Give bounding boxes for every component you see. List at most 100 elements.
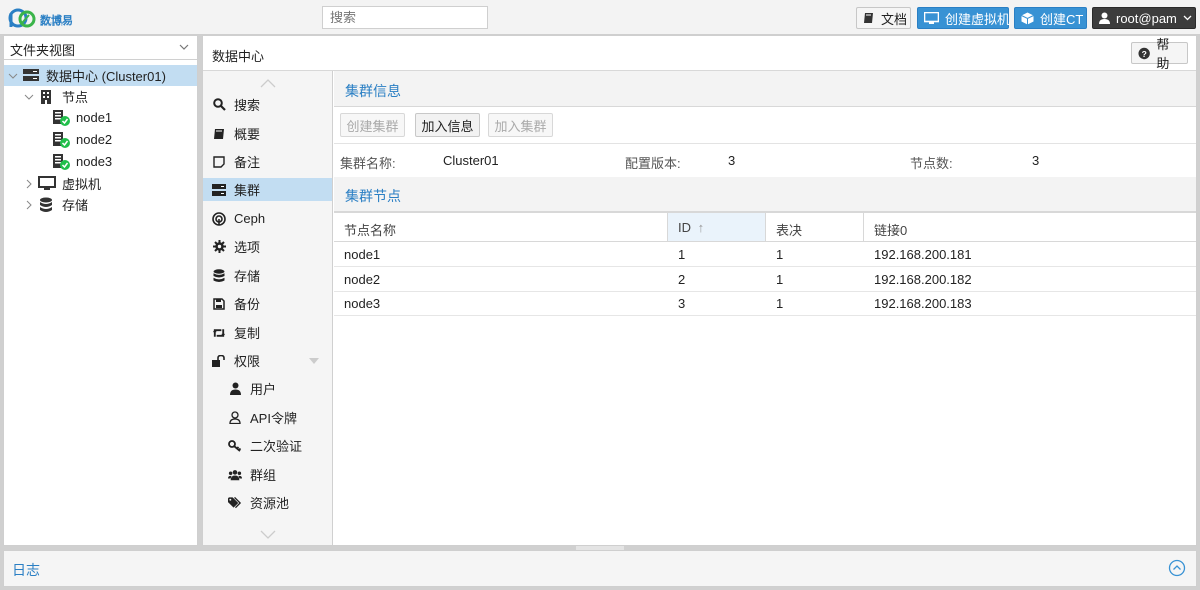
tree-item-vms[interactable]: 虚拟机 — [4, 173, 197, 194]
table-row[interactable]: node1 1 1 192.168.200.181 — [334, 242, 1196, 267]
desktop-icon — [924, 11, 939, 24]
scroll-up-icon[interactable] — [259, 77, 277, 89]
expand-icon[interactable] — [24, 200, 34, 210]
create-cluster-button[interactable]: 创建集群 — [340, 113, 405, 137]
cluster-nodes-title: 集群节点 — [334, 177, 1196, 212]
book-icon — [212, 127, 226, 141]
expand-icon[interactable] — [24, 179, 34, 189]
tree-item-nodes[interactable]: 节点 — [4, 86, 197, 107]
scroll-down-icon[interactable] — [259, 529, 277, 541]
tree-item-node1[interactable]: node1 — [4, 107, 197, 128]
cluster-toolbar: 创建集群 加入信息 加入集群 — [334, 107, 1196, 144]
collapse-icon[interactable] — [24, 93, 34, 101]
table-row[interactable]: node3 3 1 192.168.200.183 — [334, 291, 1196, 316]
column-header-id[interactable]: ID ↑ — [668, 213, 766, 241]
nav-item-users[interactable]: 用户 — [203, 377, 332, 400]
cluster-info-row: 集群名称: Cluster01 配置版本: 3 节点数: 3 — [334, 144, 1196, 177]
tree-item-label: 节点 — [62, 90, 89, 105]
cell-node-name: node2 — [344, 272, 381, 287]
cell-votes: 1 — [776, 247, 784, 262]
question-circle-icon: ? — [1138, 47, 1150, 59]
nav-item-options[interactable]: 选项 — [203, 235, 332, 258]
nav-item-cluster[interactable]: 集群 — [203, 178, 332, 201]
nav-item-groups[interactable]: 群组 — [203, 463, 332, 486]
user-menu-button[interactable]: root@pam — [1092, 7, 1196, 29]
svg-text:?: ? — [1142, 48, 1147, 58]
tree-item-label: node2 — [76, 132, 113, 147]
create-ct-label: 创建CT — [1040, 11, 1084, 27]
cell-votes: 1 — [776, 296, 784, 311]
view-selector-label: 文件夹视图 — [10, 43, 76, 58]
column-header-node-name[interactable]: 节点名称 — [334, 213, 668, 241]
nav-item-label: 存储 — [234, 269, 261, 284]
app-logo[interactable]: 数博易 SHUBOYI — [8, 5, 78, 31]
node-ok-icon — [52, 131, 70, 148]
nav-item-storage[interactable]: 存储 — [203, 264, 332, 287]
nav-item-label: 复制 — [234, 326, 261, 341]
resource-tree-panel: 文件夹视图 数据中心 (Cluster01) 节点 node1 node2 no… — [3, 35, 198, 546]
cell-id: 2 — [678, 272, 686, 287]
config-version-label: 配置版本: — [625, 156, 681, 171]
cluster-content: 集群信息 创建集群 加入信息 加入集群 集群名称: Cluster01 配置版本… — [334, 71, 1196, 545]
floppy-icon — [212, 297, 226, 311]
nav-item-backup[interactable]: 备份 — [203, 292, 332, 315]
config-version-value: 3 — [728, 153, 736, 168]
tree-item-node3[interactable]: node3 — [4, 151, 197, 172]
nav-item-summary[interactable]: 概要 — [203, 122, 332, 145]
nodes-grid-header: 节点名称 ID ↑ 表决 链接0 — [334, 212, 1196, 242]
key-icon — [228, 439, 242, 453]
datacenter-subnav: 搜索 概要 备注 集群 Ceph 选项 存储 备份 复制 权限 用户 API令牌… — [203, 71, 333, 545]
nav-item-label: 二次验证 — [250, 439, 303, 454]
user-icon — [1099, 12, 1110, 24]
server-icon — [22, 68, 40, 84]
collapse-icon[interactable] — [8, 72, 18, 80]
tree-item-label: node1 — [76, 110, 113, 125]
users-icon — [228, 468, 242, 482]
user-outline-icon — [228, 411, 242, 425]
help-button[interactable]: ? 帮助 — [1131, 37, 1188, 71]
tags-icon — [228, 496, 242, 510]
search-input[interactable] — [322, 6, 488, 29]
unlock-icon — [212, 354, 226, 368]
node-ok-icon — [52, 153, 70, 170]
search-icon — [212, 98, 226, 112]
docs-button[interactable]: 文档 — [856, 7, 911, 29]
retweet-icon — [212, 326, 226, 340]
nav-item-pools[interactable]: 资源池 — [203, 491, 332, 514]
nav-item-label: 搜索 — [234, 98, 261, 113]
tree-item-label: 虚拟机 — [62, 177, 102, 192]
tree-item-datacenter[interactable]: 数据中心 (Cluster01) — [4, 65, 197, 86]
nav-item-replication[interactable]: 复制 — [203, 321, 332, 344]
chevron-up-circle-icon[interactable] — [1168, 559, 1186, 577]
column-header-link0[interactable]: 链接0 — [864, 213, 1196, 241]
table-row[interactable]: node2 2 1 192.168.200.182 — [334, 267, 1196, 292]
node-count-value: 3 — [1032, 153, 1040, 168]
nav-item-label: 权限 — [234, 354, 261, 369]
caret-down-icon[interactable] — [309, 358, 319, 364]
chevron-down-icon — [179, 44, 189, 50]
tree-item-node2[interactable]: node2 — [4, 129, 197, 150]
cell-votes: 1 — [776, 272, 784, 287]
join-cluster-button[interactable]: 加入集群 — [488, 113, 553, 137]
cell-node-name: node3 — [344, 296, 381, 311]
nav-item-label: 群组 — [250, 468, 277, 483]
help-button-label: 帮助 — [1156, 37, 1170, 71]
view-selector[interactable]: 文件夹视图 — [4, 36, 197, 60]
tree-item-storage[interactable]: 存储 — [4, 194, 197, 215]
create-ct-button[interactable]: 创建CT — [1014, 7, 1087, 29]
nav-item-notes[interactable]: 备注 — [203, 150, 332, 173]
cube-icon — [1021, 12, 1034, 24]
nav-item-ceph[interactable]: Ceph — [203, 207, 332, 230]
cell-link0: 192.168.200.183 — [874, 296, 972, 311]
column-header-votes[interactable]: 表决 — [766, 213, 864, 241]
join-info-button[interactable]: 加入信息 — [415, 113, 480, 137]
log-panel-title: 日志 — [12, 562, 40, 578]
cluster-info-title: 集群信息 — [334, 71, 1196, 107]
nav-item-search[interactable]: 搜索 — [203, 93, 332, 116]
cell-id: 3 — [678, 296, 686, 311]
nav-item-api-tokens[interactable]: API令牌 — [203, 406, 332, 429]
nav-item-two-factor[interactable]: 二次验证 — [203, 434, 332, 457]
cell-node-name: node1 — [344, 247, 381, 262]
nav-item-permissions[interactable]: 权限 — [203, 349, 332, 372]
create-vm-button[interactable]: 创建虚拟机 — [917, 7, 1010, 29]
